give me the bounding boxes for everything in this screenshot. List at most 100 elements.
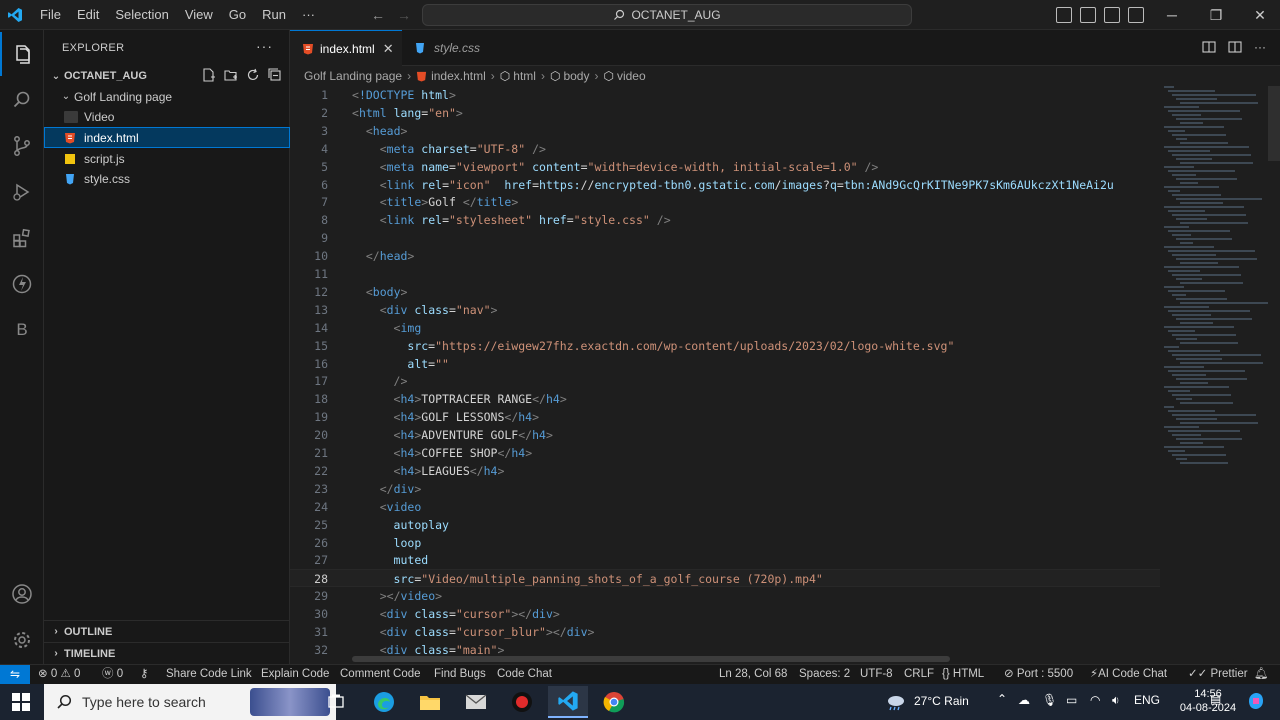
menu-item[interactable]: Selection xyxy=(107,0,176,30)
chrome-icon[interactable] xyxy=(594,686,634,718)
code-line[interactable]: 23 </div> xyxy=(290,480,1160,498)
windows-start-icon[interactable] xyxy=(0,684,42,720)
tree-file-style-css[interactable]: style.css xyxy=(44,168,290,189)
collapse-all-icon[interactable] xyxy=(268,68,282,82)
share-code-link-button[interactable]: Share Code Link xyxy=(166,665,252,685)
breadcrumb-item[interactable]: body xyxy=(563,69,589,83)
menu-item[interactable]: ··· xyxy=(294,0,323,30)
b-extension-icon[interactable]: B xyxy=(0,308,44,352)
new-file-icon[interactable] xyxy=(202,68,216,82)
extensions-icon[interactable] xyxy=(0,216,44,260)
cloud-icon[interactable]: ☁ xyxy=(1018,693,1030,707)
menu-item[interactable]: Run xyxy=(254,0,294,30)
code-line[interactable]: 5 <meta name="viewport" content="width=d… xyxy=(290,158,1160,176)
code-line[interactable]: 27 muted xyxy=(290,551,1160,569)
horizontal-scrollbar[interactable] xyxy=(352,656,950,662)
comment-code-button[interactable]: Comment Code xyxy=(340,665,421,685)
code-line[interactable]: 16 alt="" xyxy=(290,355,1160,373)
outline-section-header[interactable]: › OUTLINE xyxy=(44,620,290,642)
breadcrumb-item[interactable]: Golf Landing page xyxy=(304,69,402,83)
battery-icon[interactable]: ▭ xyxy=(1066,693,1077,707)
code-line[interactable]: 12 <body> xyxy=(290,283,1160,301)
more-actions-icon[interactable]: ··· xyxy=(256,38,273,54)
code-line[interactable]: 22 <h4>LEAGUES</h4> xyxy=(290,462,1160,480)
command-center[interactable]: OCTANET_AUG xyxy=(422,4,912,26)
code-line[interactable]: 19 <h4>GOLF LESSONS</h4> xyxy=(290,408,1160,426)
source-control-icon[interactable] xyxy=(0,124,44,168)
code-line[interactable]: 7 <title>Golf </title> xyxy=(290,193,1160,211)
info-indicator[interactable]: ⓦ 0 xyxy=(102,665,123,685)
code-line[interactable]: 8 <link rel="stylesheet" href="style.css… xyxy=(290,211,1160,229)
menu-item[interactable]: File xyxy=(32,0,69,30)
code-line[interactable]: 29 ></video> xyxy=(290,587,1160,605)
language-mode[interactable]: {} HTML xyxy=(942,665,984,685)
toggle-secondary-sidebar-icon[interactable] xyxy=(1104,7,1120,23)
code-line[interactable]: 21 <h4>COFFEE SHOP</h4> xyxy=(290,444,1160,462)
notifications-bell-icon[interactable]: 🔔︎ xyxy=(1254,665,1269,685)
minimap[interactable] xyxy=(1160,86,1270,466)
explorer-icon[interactable] xyxy=(0,32,44,76)
live-server-port[interactable]: ⊘ Port : 5500 xyxy=(1004,665,1073,685)
tree-folder-golf-landing-page[interactable]: ⌄ Golf Landing page xyxy=(44,86,290,107)
indentation[interactable]: Spaces: 2 xyxy=(799,665,850,685)
task-view-icon[interactable] xyxy=(316,686,356,718)
mail-icon[interactable] xyxy=(456,686,496,718)
code-line[interactable]: 24 <video xyxy=(290,498,1160,516)
code-line[interactable]: 4 <meta charset="UTF-8" /> xyxy=(290,140,1160,158)
code-chat-button[interactable]: Code Chat xyxy=(497,665,552,685)
tree-folder-video[interactable]: Video xyxy=(44,106,290,127)
code-line[interactable]: 31 <div class="cursor_blur"></div> xyxy=(290,623,1160,641)
copilot-icon[interactable] xyxy=(1246,691,1266,714)
close-tab-icon[interactable]: ✕ xyxy=(383,41,394,57)
weather-icon[interactable] xyxy=(884,692,906,715)
tree-file-index-html[interactable]: index.html xyxy=(44,127,290,148)
code-line[interactable]: 1 <!DOCTYPE html> xyxy=(290,86,1160,104)
volume-icon[interactable]: 🔉︎ xyxy=(1112,693,1120,708)
code-line[interactable]: 20 <h4>ADVENTURE GOLF</h4> xyxy=(290,426,1160,444)
tab-style-css[interactable]: style.css xyxy=(402,30,504,66)
search-icon[interactable] xyxy=(0,78,44,122)
split-editor-icon[interactable] xyxy=(1228,40,1242,57)
tree-file-script-js[interactable]: script.js xyxy=(44,148,290,169)
code-line[interactable]: 11 xyxy=(290,265,1160,283)
code-line[interactable]: 15 src="https://eiwgew27fhz.exactdn.com/… xyxy=(290,337,1160,355)
end-of-line[interactable]: CRLF xyxy=(904,665,934,685)
code-line[interactable]: 17 /> xyxy=(290,372,1160,390)
toggle-sidebar-icon[interactable] xyxy=(1056,7,1072,23)
forward-arrow-icon[interactable]: → xyxy=(396,7,412,23)
prettier-button[interactable]: ✓✓ Prettier xyxy=(1188,665,1248,685)
code-line[interactable]: 13 <div class="nav"> xyxy=(290,301,1160,319)
new-folder-icon[interactable] xyxy=(224,68,238,82)
toggle-panel-icon[interactable] xyxy=(1080,7,1096,23)
explain-code-button[interactable]: Explain Code xyxy=(261,665,329,685)
show-hidden-icons-chevron-up-icon[interactable]: ⌃ xyxy=(997,692,1007,706)
weather-text[interactable]: 27°C Rain xyxy=(914,694,969,708)
code-line[interactable]: 30 <div class="cursor"></div> xyxy=(290,605,1160,623)
close-window-button[interactable]: ✕ xyxy=(1238,0,1280,30)
menu-item[interactable]: Edit xyxy=(69,0,107,30)
file-explorer-icon[interactable] xyxy=(410,686,450,718)
menu-item[interactable]: Go xyxy=(221,0,254,30)
tab-index-html[interactable]: index.html ✕ xyxy=(290,30,402,66)
wifi-icon[interactable]: ◠ xyxy=(1090,693,1100,707)
code-line[interactable]: 2 <html lang="en"> xyxy=(290,104,1160,122)
project-folder-header[interactable]: ⌄ OCTANET_AUG xyxy=(44,66,290,86)
breadcrumb-item[interactable]: html xyxy=(513,69,536,83)
code-line[interactable]: 14 <img xyxy=(290,319,1160,337)
remote-explorer-icon[interactable] xyxy=(0,262,44,306)
code-editor[interactable]: 1 <!DOCTYPE html> 2 <html lang="en"> 3 <head… xyxy=(290,86,1160,658)
notification-center-icon[interactable]: ▤ xyxy=(1210,692,1221,706)
ai-code-chat-button[interactable]: ⚡AI Code Chat xyxy=(1090,665,1167,685)
encoding[interactable]: UTF-8 xyxy=(860,665,893,685)
language-icon[interactable]: ENG xyxy=(1134,693,1160,707)
find-bugs-button[interactable]: Find Bugs xyxy=(434,665,486,685)
minimize-button[interactable]: ─ xyxy=(1150,0,1194,30)
problems-indicator[interactable]: ⊗ 0 ⚠ 0 xyxy=(38,665,80,685)
maximize-button[interactable]: ❐ xyxy=(1194,0,1238,30)
breadcrumb-item[interactable]: video xyxy=(617,69,646,83)
vscode-taskbar-icon[interactable] xyxy=(548,686,588,718)
key-icon[interactable]: ⚷ xyxy=(140,665,148,685)
code-line[interactable]: 25 autoplay xyxy=(290,516,1160,534)
code-line[interactable]: 26 loop xyxy=(290,534,1160,552)
app-red-icon[interactable] xyxy=(502,686,542,718)
